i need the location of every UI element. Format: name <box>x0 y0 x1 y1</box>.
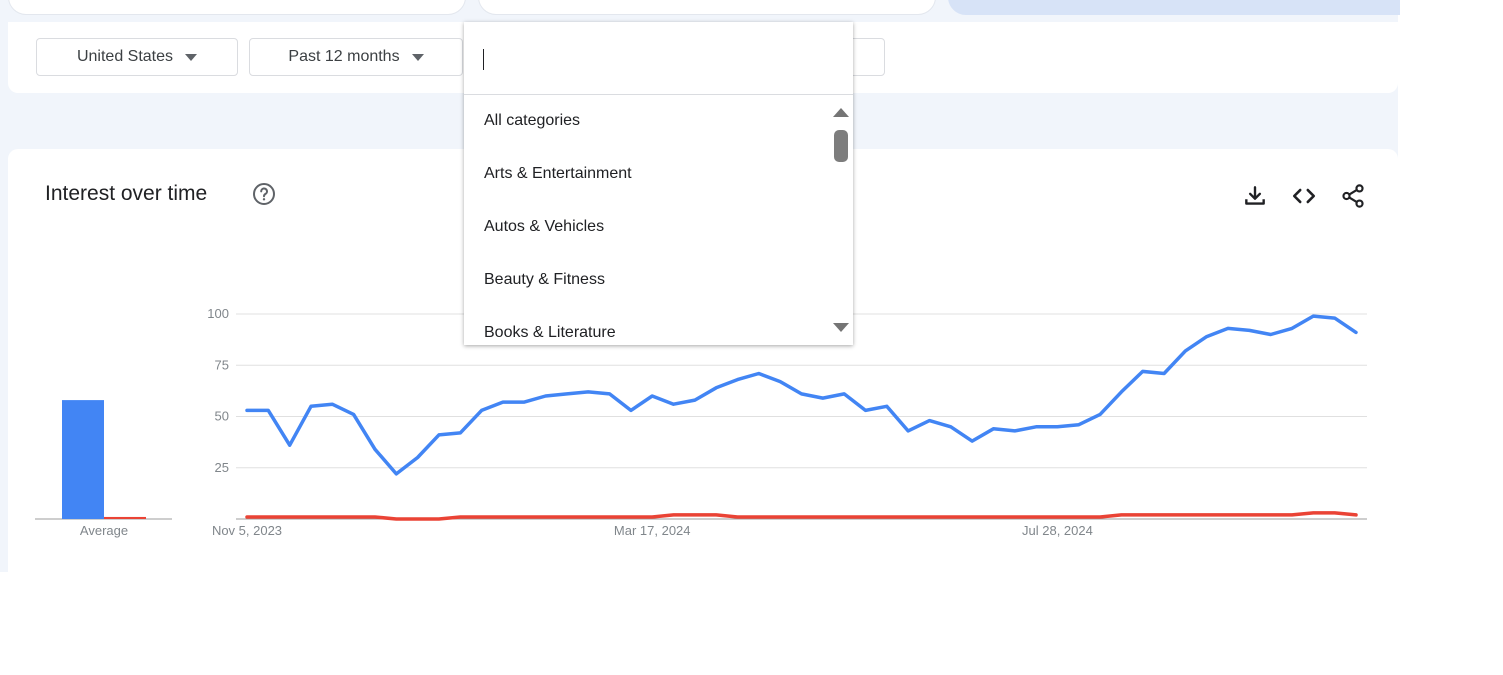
y-tick-label: 100 <box>207 306 229 321</box>
y-tick-label: 75 <box>215 357 229 372</box>
x-tick-label: Mar 17, 2024 <box>614 523 691 538</box>
series-line <box>245 511 1358 521</box>
average-bar <box>62 400 104 519</box>
scroll-up-arrow-icon[interactable] <box>833 108 849 117</box>
category-dropdown[interactable]: All categories Arts & Entertainment Auto… <box>464 22 853 345</box>
x-tick-label: Jul 28, 2024 <box>1022 523 1093 538</box>
category-option-books-literature[interactable]: Books & Literature <box>484 324 616 342</box>
category-option-arts-entertainment[interactable]: Arts & Entertainment <box>484 165 632 183</box>
average-bar <box>104 516 146 519</box>
y-tick-label: 25 <box>215 460 229 475</box>
average-label: Average <box>80 523 128 538</box>
category-option-autos-vehicles[interactable]: Autos & Vehicles <box>484 218 604 236</box>
scroll-down-arrow-icon[interactable] <box>833 323 849 332</box>
y-tick-label: 50 <box>215 409 229 424</box>
scrollbar-thumb[interactable] <box>834 130 848 162</box>
category-search-input[interactable] <box>464 22 853 95</box>
category-option-beauty-fitness[interactable]: Beauty & Fitness <box>484 271 605 289</box>
category-option-all[interactable]: All categories <box>484 112 580 130</box>
x-tick-label: Nov 5, 2023 <box>212 523 282 538</box>
text-cursor <box>483 49 484 70</box>
category-options-list[interactable]: All categories Arts & Entertainment Auto… <box>464 95 853 345</box>
